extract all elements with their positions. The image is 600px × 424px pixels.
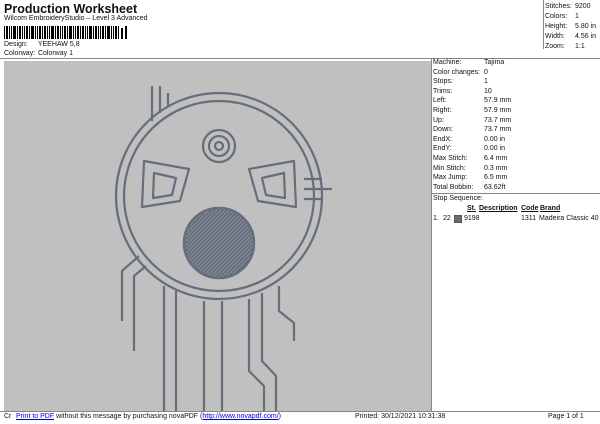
page-title: Production Worksheet	[4, 2, 138, 16]
footer-prefix: Cr	[4, 413, 12, 420]
top-stats: Stitches: 9200 Colors: 1 Height: 5.80 in Wi…	[545, 3, 597, 50]
design-label: Design:	[4, 41, 28, 48]
colorway-label: Colorway:	[4, 50, 36, 57]
colorway-row: Colorway: Colorway 1	[4, 50, 73, 57]
footer: Cr Print to PDF without this message by …	[0, 412, 600, 424]
divider	[431, 58, 432, 412]
design-preview	[4, 61, 431, 411]
footer-message: Print to PDF without this message by pur…	[16, 413, 281, 420]
software-subtitle: Wilcom EmbroideryStudio – Level 3 Advanc…	[4, 15, 148, 22]
print-to-pdf-link[interactable]: Print to PDF	[16, 413, 54, 420]
design-value: YEEHAW 5,8	[37, 41, 80, 48]
machine-info: Machine: Tajima Color changes: 0 Stops: 1 T…	[433, 59, 512, 191]
page-number: Page 1 of 1	[548, 413, 584, 420]
colorway-value: Colorway 1	[37, 50, 73, 57]
divider	[543, 0, 544, 49]
printed-timestamp: Printed: 30/12/2021 10:31:38	[355, 413, 446, 420]
novapdf-link[interactable]: http://www.novapdf.com/	[202, 413, 278, 420]
embroidery-design	[114, 86, 332, 411]
barcode	[4, 26, 127, 39]
thread-color-swatch	[454, 215, 462, 223]
design-row: Design: YEEHAW 5,8	[4, 41, 80, 48]
